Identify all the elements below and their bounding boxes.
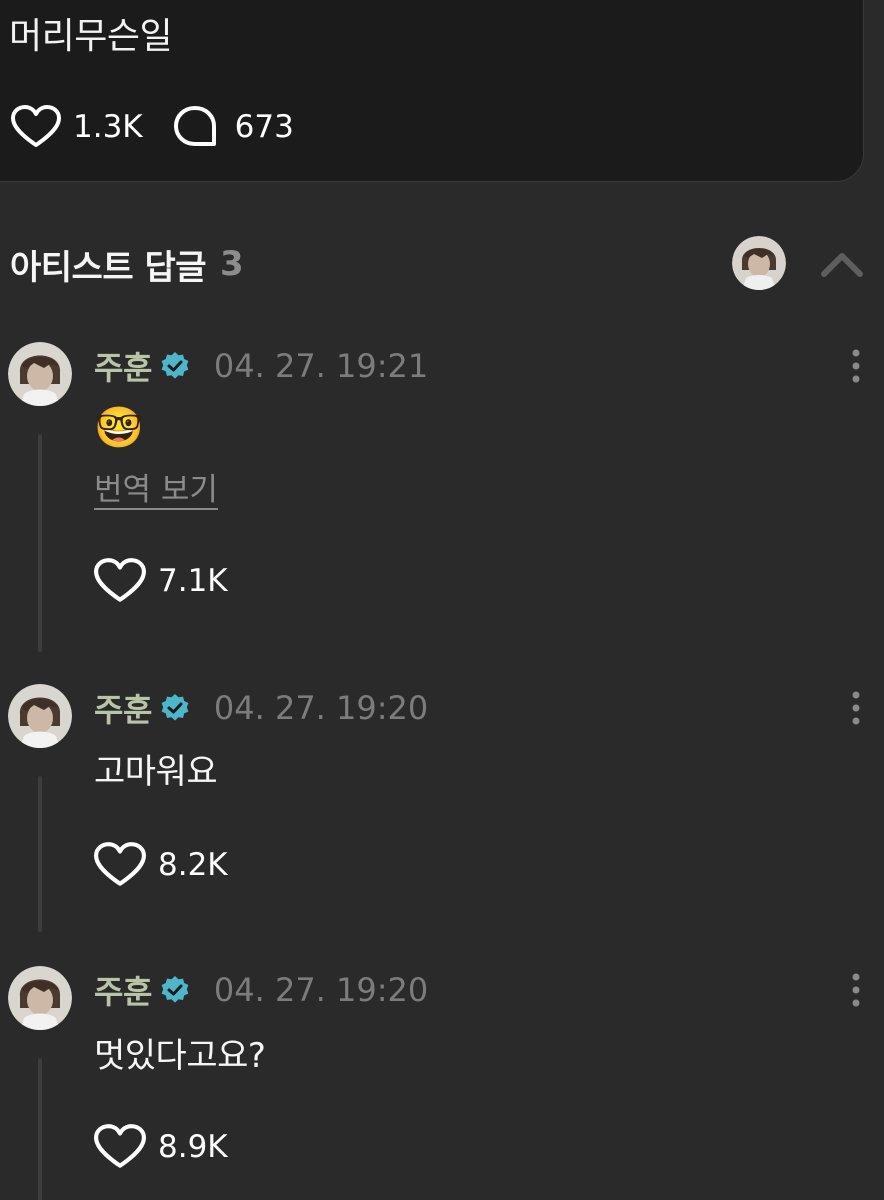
verified-badge-icon bbox=[161, 976, 189, 1003]
thread-line bbox=[38, 1058, 42, 1200]
comment-header: 주훈 04. 27. 19:21 bbox=[94, 344, 428, 388]
comment-timestamp: 04. 27. 19:21 bbox=[213, 347, 429, 385]
comment-author[interactable]: 주훈 bbox=[94, 967, 152, 1013]
comment-text: 🤓 bbox=[94, 405, 144, 451]
artist-replies-header: 아티스트 답글 3 bbox=[10, 236, 866, 290]
comment-like-count: 8.2K bbox=[158, 847, 228, 883]
post-comment-button[interactable]: 673 bbox=[173, 105, 294, 149]
comment-item: 주훈 04. 27. 19:20 고마워요 8.2K bbox=[0, 684, 884, 934]
more-vertical-icon[interactable] bbox=[844, 970, 868, 1010]
section-title: 아티스트 답글 bbox=[10, 247, 207, 288]
comment-header: 주훈 04. 27. 19:20 bbox=[94, 686, 428, 730]
comment-like-button[interactable]: 8.2K bbox=[94, 842, 228, 888]
comment-like-count: 7.1K bbox=[158, 563, 228, 599]
post-text: 머리무슨일 bbox=[9, 16, 173, 57]
artist-avatar[interactable] bbox=[732, 236, 786, 290]
heart-outline-icon bbox=[94, 1124, 146, 1170]
comment-timestamp: 04. 27. 19:20 bbox=[213, 971, 429, 1009]
heart-outline-icon bbox=[94, 558, 146, 604]
comment-like-button[interactable]: 7.1K bbox=[94, 558, 228, 604]
translate-link[interactable]: 번역 보기 bbox=[94, 472, 218, 510]
verified-badge-icon bbox=[161, 694, 189, 721]
chevron-up-icon[interactable] bbox=[818, 244, 866, 284]
comment-timestamp: 04. 27. 19:20 bbox=[213, 689, 429, 727]
avatar[interactable] bbox=[8, 684, 72, 748]
post-like-button[interactable]: 1.3K bbox=[11, 105, 143, 149]
comment-text: 고마워요 bbox=[94, 752, 218, 792]
heart-outline-icon bbox=[11, 105, 61, 149]
comment-item: 주훈 04. 27. 19:21 🤓 번역 보기 7.1K bbox=[0, 342, 884, 652]
section-count: 3 bbox=[220, 244, 244, 284]
post-like-count: 1.3K bbox=[73, 109, 143, 145]
thread-line bbox=[38, 434, 42, 652]
more-vertical-icon[interactable] bbox=[844, 688, 868, 728]
thread-line bbox=[38, 776, 42, 932]
avatar[interactable] bbox=[8, 966, 72, 1030]
comment-text: 멋있다고요? bbox=[94, 1036, 266, 1076]
post-comment-count: 673 bbox=[234, 109, 294, 145]
page: 머리무슨일 1.3K 673 아티스트 답글 3 주훈 04. 27. 19:2… bbox=[0, 0, 884, 1200]
speech-bubble-icon bbox=[173, 105, 223, 149]
heart-outline-icon bbox=[94, 842, 146, 888]
comment-item: 주훈 04. 27. 19:20 멋있다고요? 8.9K bbox=[0, 966, 884, 1200]
comment-author[interactable]: 주훈 bbox=[94, 343, 152, 389]
avatar[interactable] bbox=[8, 342, 72, 406]
verified-badge-icon bbox=[161, 352, 189, 379]
comment-author[interactable]: 주훈 bbox=[94, 685, 152, 731]
comment-like-button[interactable]: 8.9K bbox=[94, 1124, 228, 1170]
post-actions: 1.3K 673 bbox=[11, 105, 294, 149]
comment-header: 주훈 04. 27. 19:20 bbox=[94, 968, 428, 1012]
post-card: 머리무슨일 1.3K 673 bbox=[0, 0, 864, 182]
more-vertical-icon[interactable] bbox=[844, 346, 868, 386]
comment-like-count: 8.9K bbox=[158, 1129, 228, 1165]
